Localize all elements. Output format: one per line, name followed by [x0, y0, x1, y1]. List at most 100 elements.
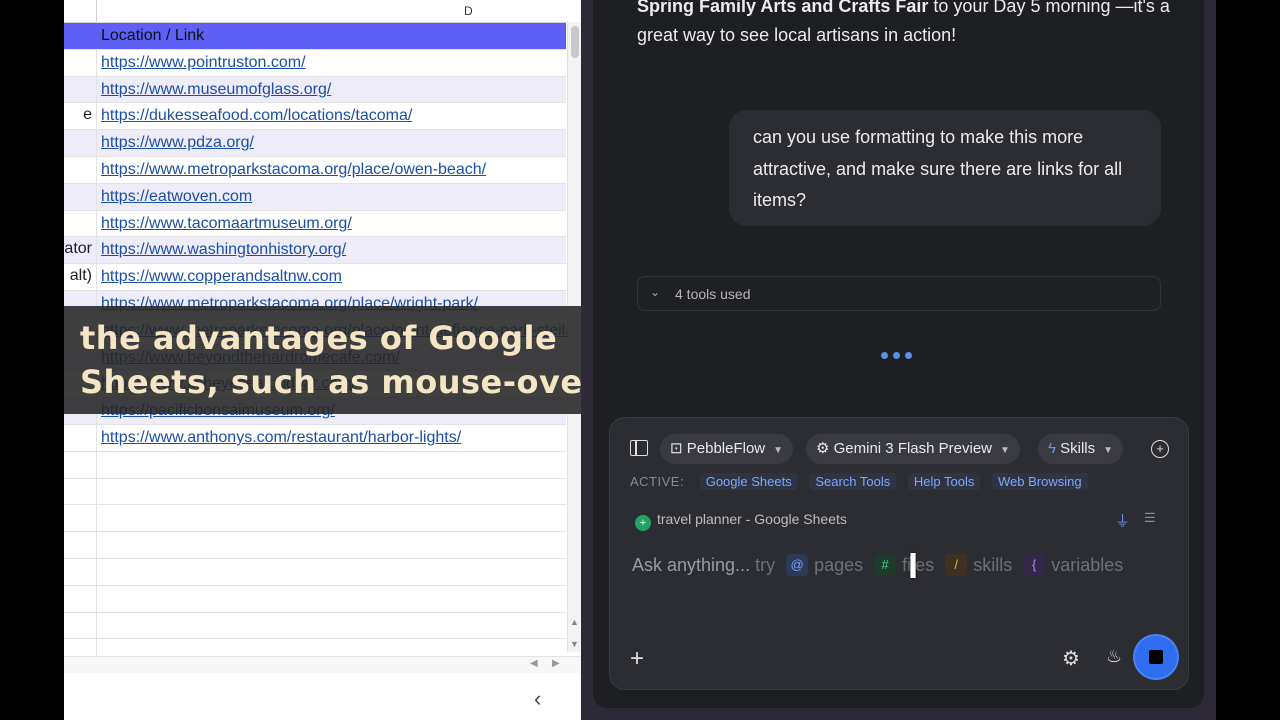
settings-gear-icon[interactable]: ⚙ — [1062, 646, 1080, 671]
cell[interactable] — [64, 585, 97, 612]
cell-link[interactable]: https://eatwoven.com — [101, 188, 252, 206]
empty-row[interactable] — [64, 505, 566, 533]
empty-row[interactable] — [64, 451, 566, 479]
skills-selector[interactable]: ϟ Skills ▼ — [1038, 434, 1124, 464]
sliders-icon[interactable]: ☰ — [1144, 510, 1156, 526]
assistant-message: Spring Family Arts and Crafts Fair to yo… — [637, 0, 1177, 50]
scroll-thumb[interactable] — [571, 26, 579, 58]
cell-link[interactable]: https://www.tacomaartmuseum.org/ — [101, 215, 352, 233]
tools-used-toggle[interactable]: ⌄ 4 tools used — [637, 276, 1161, 311]
typing-indicator — [881, 346, 917, 364]
hash-chip-icon: # — [874, 554, 897, 576]
chevron-down-icon: ▼ — [773, 445, 784, 456]
cell-link[interactable]: https://www.copperandsaltnw.com — [101, 268, 342, 286]
at-chip-icon: @ — [786, 554, 809, 576]
cell-link[interactable]: https://www.museumofglass.org/ — [101, 81, 331, 99]
table-row[interactable]: https://www.anthonys.com/restaurant/harb… — [64, 424, 566, 452]
active-tools-row: ACTIVE: Google Sheets Search Tools Help … — [630, 473, 1096, 490]
prompt-placeholder: Ask anything... — [632, 555, 751, 575]
chip-icon: ⚙ — [816, 440, 834, 457]
cell-activity[interactable] — [64, 76, 97, 103]
active-tool-search-tools[interactable]: Search Tools — [809, 473, 897, 490]
cell-activity[interactable]: ator — [64, 237, 97, 264]
table-row[interactable]: https://eatwoven.com — [64, 183, 566, 211]
collapse-panel-chevron-icon[interactable]: ‹ — [534, 686, 541, 712]
active-tool-google-sheets[interactable]: Google Sheets — [699, 473, 798, 490]
table-row[interactable]: https://www.metroparkstacoma.org/place/o… — [64, 156, 566, 184]
cell[interactable] — [64, 505, 97, 532]
active-tool-web-browsing[interactable]: Web Browsing — [991, 473, 1088, 490]
cell-link[interactable]: https://dukesseafood.com/locations/tacom… — [101, 107, 412, 125]
chevron-down-icon: ⌄ — [650, 285, 661, 299]
active-tool-help-tools[interactable]: Help Tools — [907, 473, 981, 490]
brace-chip-icon: { — [1023, 554, 1046, 576]
user-message-bubble: can you use formatting to make this more… — [729, 110, 1161, 226]
prompt-pages: pages — [814, 555, 864, 575]
cell[interactable] — [64, 558, 97, 585]
cell-activity[interactable] — [64, 49, 97, 76]
prompt-input[interactable]: Ask anything... try @ pages # files / skill… — [632, 554, 1123, 576]
cell-link[interactable]: https://www.washingtonhistory.org/ — [101, 241, 346, 259]
chat-panel: Spring Family Arts and Crafts Fair to yo… — [593, 0, 1204, 708]
video-caption: the advantages of Google Sheets, such as… — [64, 306, 604, 414]
header-row[interactable]: Location / Link — [64, 23, 566, 50]
caption-line-1: the advantages of Google — [80, 319, 558, 357]
cell[interactable] — [64, 478, 97, 505]
add-attachment-button[interactable]: + — [630, 645, 644, 673]
empty-row[interactable] — [64, 585, 566, 613]
scroll-up-icon[interactable]: ▲ — [570, 617, 579, 627]
composer: ⊡ PebbleFlow ▼ ⚙ Gemini 3 Flash Preview ▼ … — [609, 417, 1189, 690]
sidebar-toggle-icon[interactable] — [630, 440, 648, 456]
scroll-down-icon[interactable]: ▼ — [570, 639, 579, 649]
cell-link[interactable]: https://www.anthonys.com/restaurant/harb… — [101, 429, 461, 447]
cell-activity-text: ator — [64, 240, 92, 258]
table-row[interactable]: https://www.pointruston.com/ — [64, 49, 566, 77]
plug-icon[interactable]: ⏚ — [1115, 510, 1130, 531]
scroll-right-icon[interactable]: ▶ — [552, 658, 560, 669]
table-row[interactable]: https://www.museumofglass.org/ — [64, 76, 566, 104]
header-cell-location[interactable]: Location / Link — [101, 27, 204, 45]
cell-activity[interactable]: alt) — [64, 264, 97, 290]
model-selector[interactable]: ⚙ Gemini 3 Flash Preview ▼ — [806, 434, 1020, 464]
empty-row[interactable] — [64, 532, 566, 559]
cell-activity[interactable] — [64, 183, 97, 210]
empty-row[interactable] — [64, 558, 566, 586]
column-header-row: D — [64, 0, 566, 23]
google-sheets-icon: + — [635, 515, 651, 531]
scroll-left-icon[interactable]: ◀ — [530, 658, 538, 669]
cell-link[interactable]: https://www.pointruston.com/ — [101, 54, 306, 72]
voice-icon[interactable]: ♨ — [1106, 646, 1122, 667]
cell[interactable] — [64, 23, 96, 49]
prompt-try: try — [755, 555, 776, 575]
empty-row[interactable] — [64, 478, 566, 506]
table-row[interactable]: https://www.tacomaartmuseum.org/ — [64, 210, 566, 238]
cell-link[interactable]: https://www.metroparkstacoma.org/place/o… — [101, 161, 486, 179]
slash-chip-icon: / — [945, 554, 968, 576]
cell-activity[interactable] — [64, 156, 97, 183]
table-row[interactable]: https://www.pdza.org/ — [64, 130, 566, 157]
table-row[interactable]: ator https://www.washingtonhistory.org/ — [64, 237, 566, 265]
cell[interactable] — [64, 451, 97, 478]
cell-activity[interactable] — [64, 210, 97, 237]
prompt-variables: variables — [1051, 555, 1124, 575]
cell-activity[interactable]: e — [64, 103, 97, 130]
caption-line-2: Sheets, such as mouse-over — [80, 363, 599, 401]
horizontal-scrollbar[interactable]: ◀ ▶ — [64, 656, 581, 673]
column-letter-d[interactable]: D — [464, 4, 473, 18]
cell[interactable] — [64, 532, 97, 558]
cell-activity[interactable] — [64, 130, 97, 156]
context-attachment[interactable]: + travel planner - Google Sheets — [635, 511, 847, 531]
cell-activity[interactable] — [64, 424, 97, 451]
empty-row[interactable] — [64, 612, 566, 640]
bot-icon: ⊡ — [670, 440, 687, 457]
cell[interactable] — [64, 612, 97, 639]
table-row[interactable]: e https://dukesseafood.com/locations/taco… — [64, 103, 566, 131]
cell-link[interactable]: https://www.pdza.org/ — [101, 134, 254, 152]
new-chat-icon[interactable]: + — [1151, 440, 1169, 458]
skills-label: Skills — [1060, 440, 1096, 457]
context-label: travel planner - Google Sheets — [657, 511, 847, 527]
stop-generation-button[interactable] — [1135, 636, 1177, 678]
table-row[interactable]: alt) https://www.copperandsaltnw.com — [64, 264, 566, 291]
agent-selector[interactable]: ⊡ PebbleFlow ▼ — [660, 434, 794, 464]
column-header-a[interactable] — [64, 0, 97, 22]
